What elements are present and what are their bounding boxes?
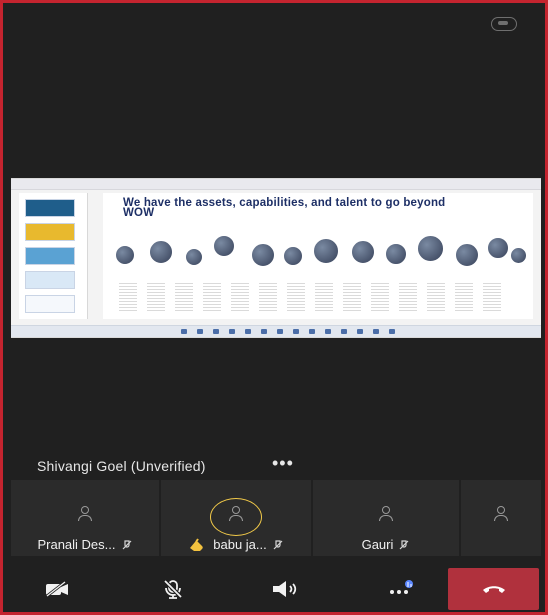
participant-tile[interactable]: Pranali Des... [11,480,159,556]
slide-image-icon [283,246,303,266]
avatar-icon [77,506,93,522]
participant-label: babu ja... [161,537,311,552]
slide-image-icon [417,235,444,262]
slide-note-block [427,283,445,311]
slide-image-icon [251,243,275,267]
meeting-window: We have the assets, capabilities, and ta… [0,0,548,615]
participant-name: babu ja... [213,537,267,552]
slide-note-block [231,283,249,311]
slide-note-block [259,283,277,311]
participant-label: Gauri [313,537,459,552]
end-call-button[interactable] [448,568,539,610]
presenter-name: Shivangi Goel (Unverified) [37,458,206,474]
taskbar-app-icon [213,329,219,334]
slide-bubbles [115,235,527,275]
more-actions-button[interactable] [357,565,445,612]
slide-note-block [399,283,417,311]
slide-thumbnails-panel [19,193,88,319]
slide-thumbnail-icon [25,223,75,241]
taskbar-app-icon [261,329,267,334]
taskbar-app-icon [309,329,315,334]
taskbar-app-icon [277,329,283,334]
speaker-icon [273,581,297,597]
slide-thumbnail-icon [25,199,75,217]
taskbar-app-icon [357,329,363,334]
slide-note-block [315,283,333,311]
mic-off-icon [122,539,131,549]
slide-note-block [455,283,473,311]
mic-off-icon [163,579,183,599]
slide-note-block [371,283,389,311]
slide-image-icon [385,243,407,265]
slide-note-block [483,283,501,311]
slide-image-icon [149,240,173,264]
slide-image-icon [487,237,509,259]
taskbar-app-icon [197,329,203,334]
slide-note-block [147,283,165,311]
avatar-icon [493,506,509,522]
slide-note-block [343,283,361,311]
avatar-icon [228,506,244,522]
shared-taskbar [11,325,541,337]
camera-button[interactable] [13,565,101,612]
slide-note-block [203,283,221,311]
slide-image-icon [351,240,375,264]
slide-thumbnail-icon [25,295,75,313]
participant-name: Pranali Des... [37,537,116,552]
slide-note-block [287,283,305,311]
taskbar-app-icon [325,329,331,334]
slide-image-icon [213,235,235,257]
slide-note-block [175,283,193,311]
presenter-more-options[interactable]: ••• [272,453,294,474]
presentation-slide: We have the assets, capabilities, and ta… [103,193,533,319]
more-actions-icon [390,580,413,594]
taskbar-app-icon [293,329,299,334]
slide-thumbnail-icon [25,271,75,289]
mic-off-icon [273,539,283,549]
participant-name: Gauri [361,537,394,552]
slide-image-icon [455,243,479,267]
mic-button[interactable] [129,565,217,612]
camera-off-icon [46,580,68,598]
call-controls [11,565,541,612]
taskbar-app-icon [181,329,187,334]
participant-tile[interactable]: Gauri [313,480,459,556]
speaker-button[interactable] [240,565,328,612]
taskbar-app-icon [245,329,251,334]
shared-screen[interactable]: We have the assets, capabilities, and ta… [11,178,541,338]
slide-title: We have the assets, capabilities, and ta… [123,197,446,219]
participant-label: Pranali Des... [11,537,159,552]
mic-off-icon [399,539,409,549]
taskbar-app-icon [341,329,347,334]
phone-end-icon [482,586,505,593]
slide-image-icon [115,245,135,265]
participant-tile[interactable] [461,480,541,556]
slide-image-icon [510,247,527,264]
participant-gallery: Pranali Des... babu ja... Gauri [11,480,541,556]
taskbar-app-icon [373,329,379,334]
slide-thumbnail-icon [25,247,75,265]
raise-hand-icon [190,537,203,551]
avatar-icon [378,506,394,522]
shared-window-titlebar [11,179,541,190]
slide-image-icon [313,238,339,264]
status-pill-icon [491,17,517,31]
taskbar-app-icon [229,329,235,334]
slide-image-icon [185,248,203,266]
slide-note-block [119,283,137,311]
taskbar-app-icon [389,329,395,334]
participant-tile[interactable]: babu ja... [161,480,311,556]
